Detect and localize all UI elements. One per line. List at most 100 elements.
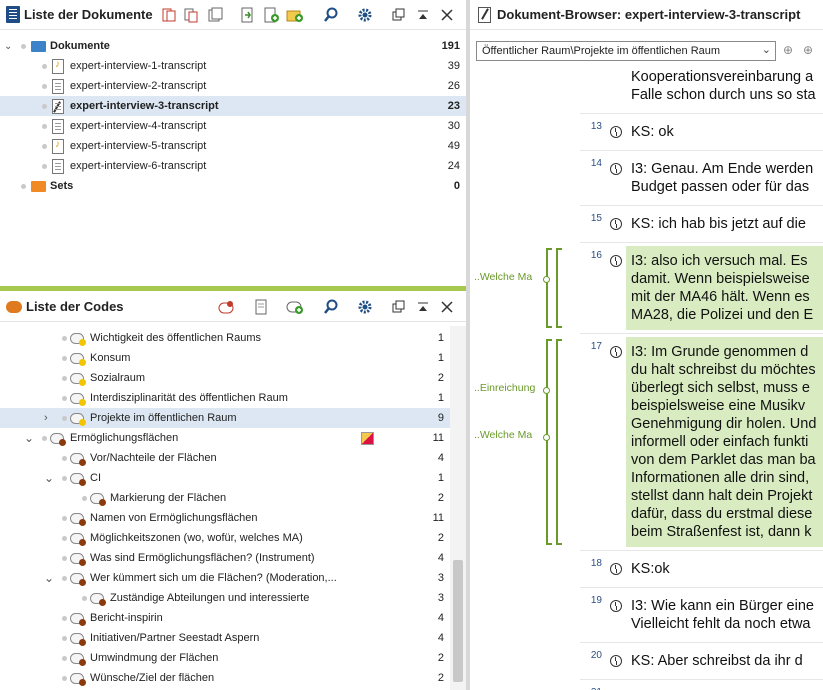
pane-splitter[interactable]	[0, 282, 466, 292]
document-stack-icon[interactable]	[204, 4, 226, 26]
codes-gear-icon[interactable]	[354, 296, 376, 318]
codes-undock-icon[interactable]	[388, 296, 410, 318]
coding-stripe-label[interactable]: ..Welche Ma	[474, 429, 532, 441]
coding-stripe[interactable]	[556, 248, 558, 328]
code-item[interactable]: Was sind Ermöglichungsflächen? (Instrume…	[0, 548, 450, 568]
add-filter-icon[interactable]: ⊕	[803, 43, 813, 57]
document-item[interactable]: expert-interview-4-transcript 30	[0, 116, 466, 136]
code-count: 11	[432, 432, 444, 444]
document-item[interactable]: expert-interview-1-transcript 39	[0, 56, 466, 76]
code-count: 4	[437, 452, 444, 464]
code-item[interactable]: Möglichkeitszonen (wo, wofür, welches MA…	[0, 528, 450, 548]
paragraph[interactable]: I3: mhm	[626, 683, 823, 690]
document-item[interactable]: expert-interview-2-transcript 26	[0, 76, 466, 96]
clock-icon[interactable]	[610, 655, 622, 667]
tree-dot	[62, 415, 67, 421]
code-icon	[70, 372, 86, 386]
document-item[interactable]: expert-interview-6-transcript 24	[0, 156, 466, 176]
paragraph-line: stellst dann halt dein Projekt	[631, 488, 813, 504]
chevron-right-icon[interactable]: ›	[44, 412, 48, 424]
paragraph[interactable]: KS:ok	[626, 554, 823, 584]
tree-dot	[42, 103, 47, 109]
paragraph[interactable]: KS: Aber schreibst da ihr d	[626, 646, 823, 676]
tree-dot	[62, 355, 67, 361]
coding-stripe[interactable]	[546, 248, 548, 328]
paragraph[interactable]: Kooperationsvereinbarung a Falle schon du…	[626, 62, 823, 110]
search-icon[interactable]	[320, 4, 342, 26]
chevron-down-icon[interactable]: ⌄	[4, 41, 12, 52]
code-item[interactable]: Sozialraum 2	[0, 368, 450, 388]
add-document-icon[interactable]	[260, 4, 282, 26]
code-item[interactable]: ⌄ CI 1	[0, 468, 450, 488]
paragraph[interactable]: I3: Im Grunde genommen d du halt schreibs…	[626, 337, 823, 547]
document-item[interactable]: expert-interview-5-transcript 49	[0, 136, 466, 156]
code-item[interactable]: ⌄ Wer kümmert sich um die Flächen? (Moder…	[0, 568, 450, 588]
coding-stripe-label[interactable]: ..Welche Ma	[474, 271, 532, 283]
import-documents-icon[interactable]	[158, 4, 180, 26]
chevron-down-icon[interactable]: ⌄	[24, 431, 34, 445]
tree-dot	[62, 395, 67, 401]
codes-scrollbar[interactable]	[450, 326, 466, 690]
code-item[interactable]: Namen von Ermöglichungsflächen 11	[0, 508, 450, 528]
code-item[interactable]: ⌄ Ermöglichungsflächen 11	[0, 428, 450, 448]
code-item[interactable]: Zuständige Abteilungen und interessierte…	[0, 588, 450, 608]
codes-collapse-up-icon[interactable]	[412, 296, 434, 318]
paragraph[interactable]: I3: Genau. Am Ende werden Budget passen o…	[626, 154, 823, 202]
chevron-down-icon[interactable]: ⌄	[44, 471, 54, 485]
paragraph-separator	[580, 205, 823, 206]
clock-icon[interactable]	[610, 218, 622, 230]
code-count: 2	[437, 652, 444, 664]
documents-root[interactable]: ⌄ Dokumente 191	[0, 36, 466, 56]
coding-stripe-knob[interactable]	[543, 387, 550, 394]
code-count: 2	[437, 492, 444, 504]
paragraph[interactable]: I3: also ich versuch mal. Es damit. Wenn …	[626, 246, 823, 330]
text-document-icon	[52, 158, 64, 174]
code-item[interactable]: Konsum 1	[0, 348, 450, 368]
coding-stripe[interactable]	[546, 339, 548, 545]
splitter-bar[interactable]	[0, 286, 466, 291]
copy-documents-icon[interactable]	[180, 4, 202, 26]
chevron-down-icon[interactable]: ⌄	[762, 43, 771, 56]
paragraph[interactable]: I3: Wie kann ein Bürger eine Vielleicht f…	[626, 591, 823, 639]
sets-root[interactable]: Sets 0	[0, 176, 466, 196]
codes-close-icon[interactable]	[436, 296, 458, 318]
filter-icon[interactable]: ⊕	[783, 43, 793, 57]
paragraph[interactable]: KS: ich hab bis jetzt auf die	[626, 209, 823, 239]
codes-search-icon[interactable]	[320, 296, 342, 318]
coding-stripe-knob[interactable]	[543, 276, 550, 283]
code-item[interactable]: Vor/Nachteile der Flächen 4	[0, 448, 450, 468]
undock-icon[interactable]	[388, 4, 410, 26]
memo-icon[interactable]	[361, 432, 374, 445]
clock-icon[interactable]	[610, 163, 622, 175]
gear-icon[interactable]	[354, 4, 376, 26]
clock-icon[interactable]	[610, 600, 622, 612]
code-item[interactable]: Wichtigkeit des öffentlichen Raums 1	[0, 328, 450, 348]
coding-stripe-label[interactable]: ..Einreichung	[474, 382, 535, 394]
coding-stripe-knob[interactable]	[543, 434, 550, 441]
collapse-up-icon[interactable]	[412, 4, 434, 26]
code-item[interactable]: Umwindmung der Flächen 2	[0, 648, 450, 668]
code-item[interactable]: Initiativen/Partner Seestadt Aspern 4	[0, 628, 450, 648]
paragraph[interactable]: KS: ok	[626, 117, 823, 147]
code-item[interactable]: Markierung der Flächen 2	[0, 488, 450, 508]
new-document-icon[interactable]	[236, 4, 258, 26]
code-item[interactable]: Wünsche/Ziel der flächen 2	[0, 668, 450, 688]
code-item[interactable]: › Projekte im öffentlichen Raum 9	[0, 408, 450, 428]
add-code-icon[interactable]	[284, 296, 306, 318]
code-item[interactable]: Interdisziplinarität des öffentlichen Ra…	[0, 388, 450, 408]
new-folder-icon[interactable]	[284, 4, 306, 26]
code-selector-dropdown[interactable]: Öffentlicher Raum\Projekte im öffentlich…	[476, 41, 776, 61]
document-item[interactable]: expert-interview-3-transcript 23	[0, 96, 466, 116]
chevron-down-icon[interactable]: ⌄	[44, 571, 54, 585]
clock-icon[interactable]	[610, 255, 622, 267]
codes-scrollbar-thumb[interactable]	[453, 560, 463, 682]
close-icon[interactable]	[436, 4, 458, 26]
code-icon	[70, 632, 86, 646]
clock-icon[interactable]	[610, 563, 622, 575]
coding-stripe[interactable]	[556, 339, 558, 545]
code-item[interactable]: Bericht-inspirin 4	[0, 608, 450, 628]
code-new-icon[interactable]	[216, 296, 238, 318]
clock-icon[interactable]	[610, 126, 622, 138]
code-document-icon[interactable]	[250, 296, 272, 318]
clock-icon[interactable]	[610, 346, 622, 358]
